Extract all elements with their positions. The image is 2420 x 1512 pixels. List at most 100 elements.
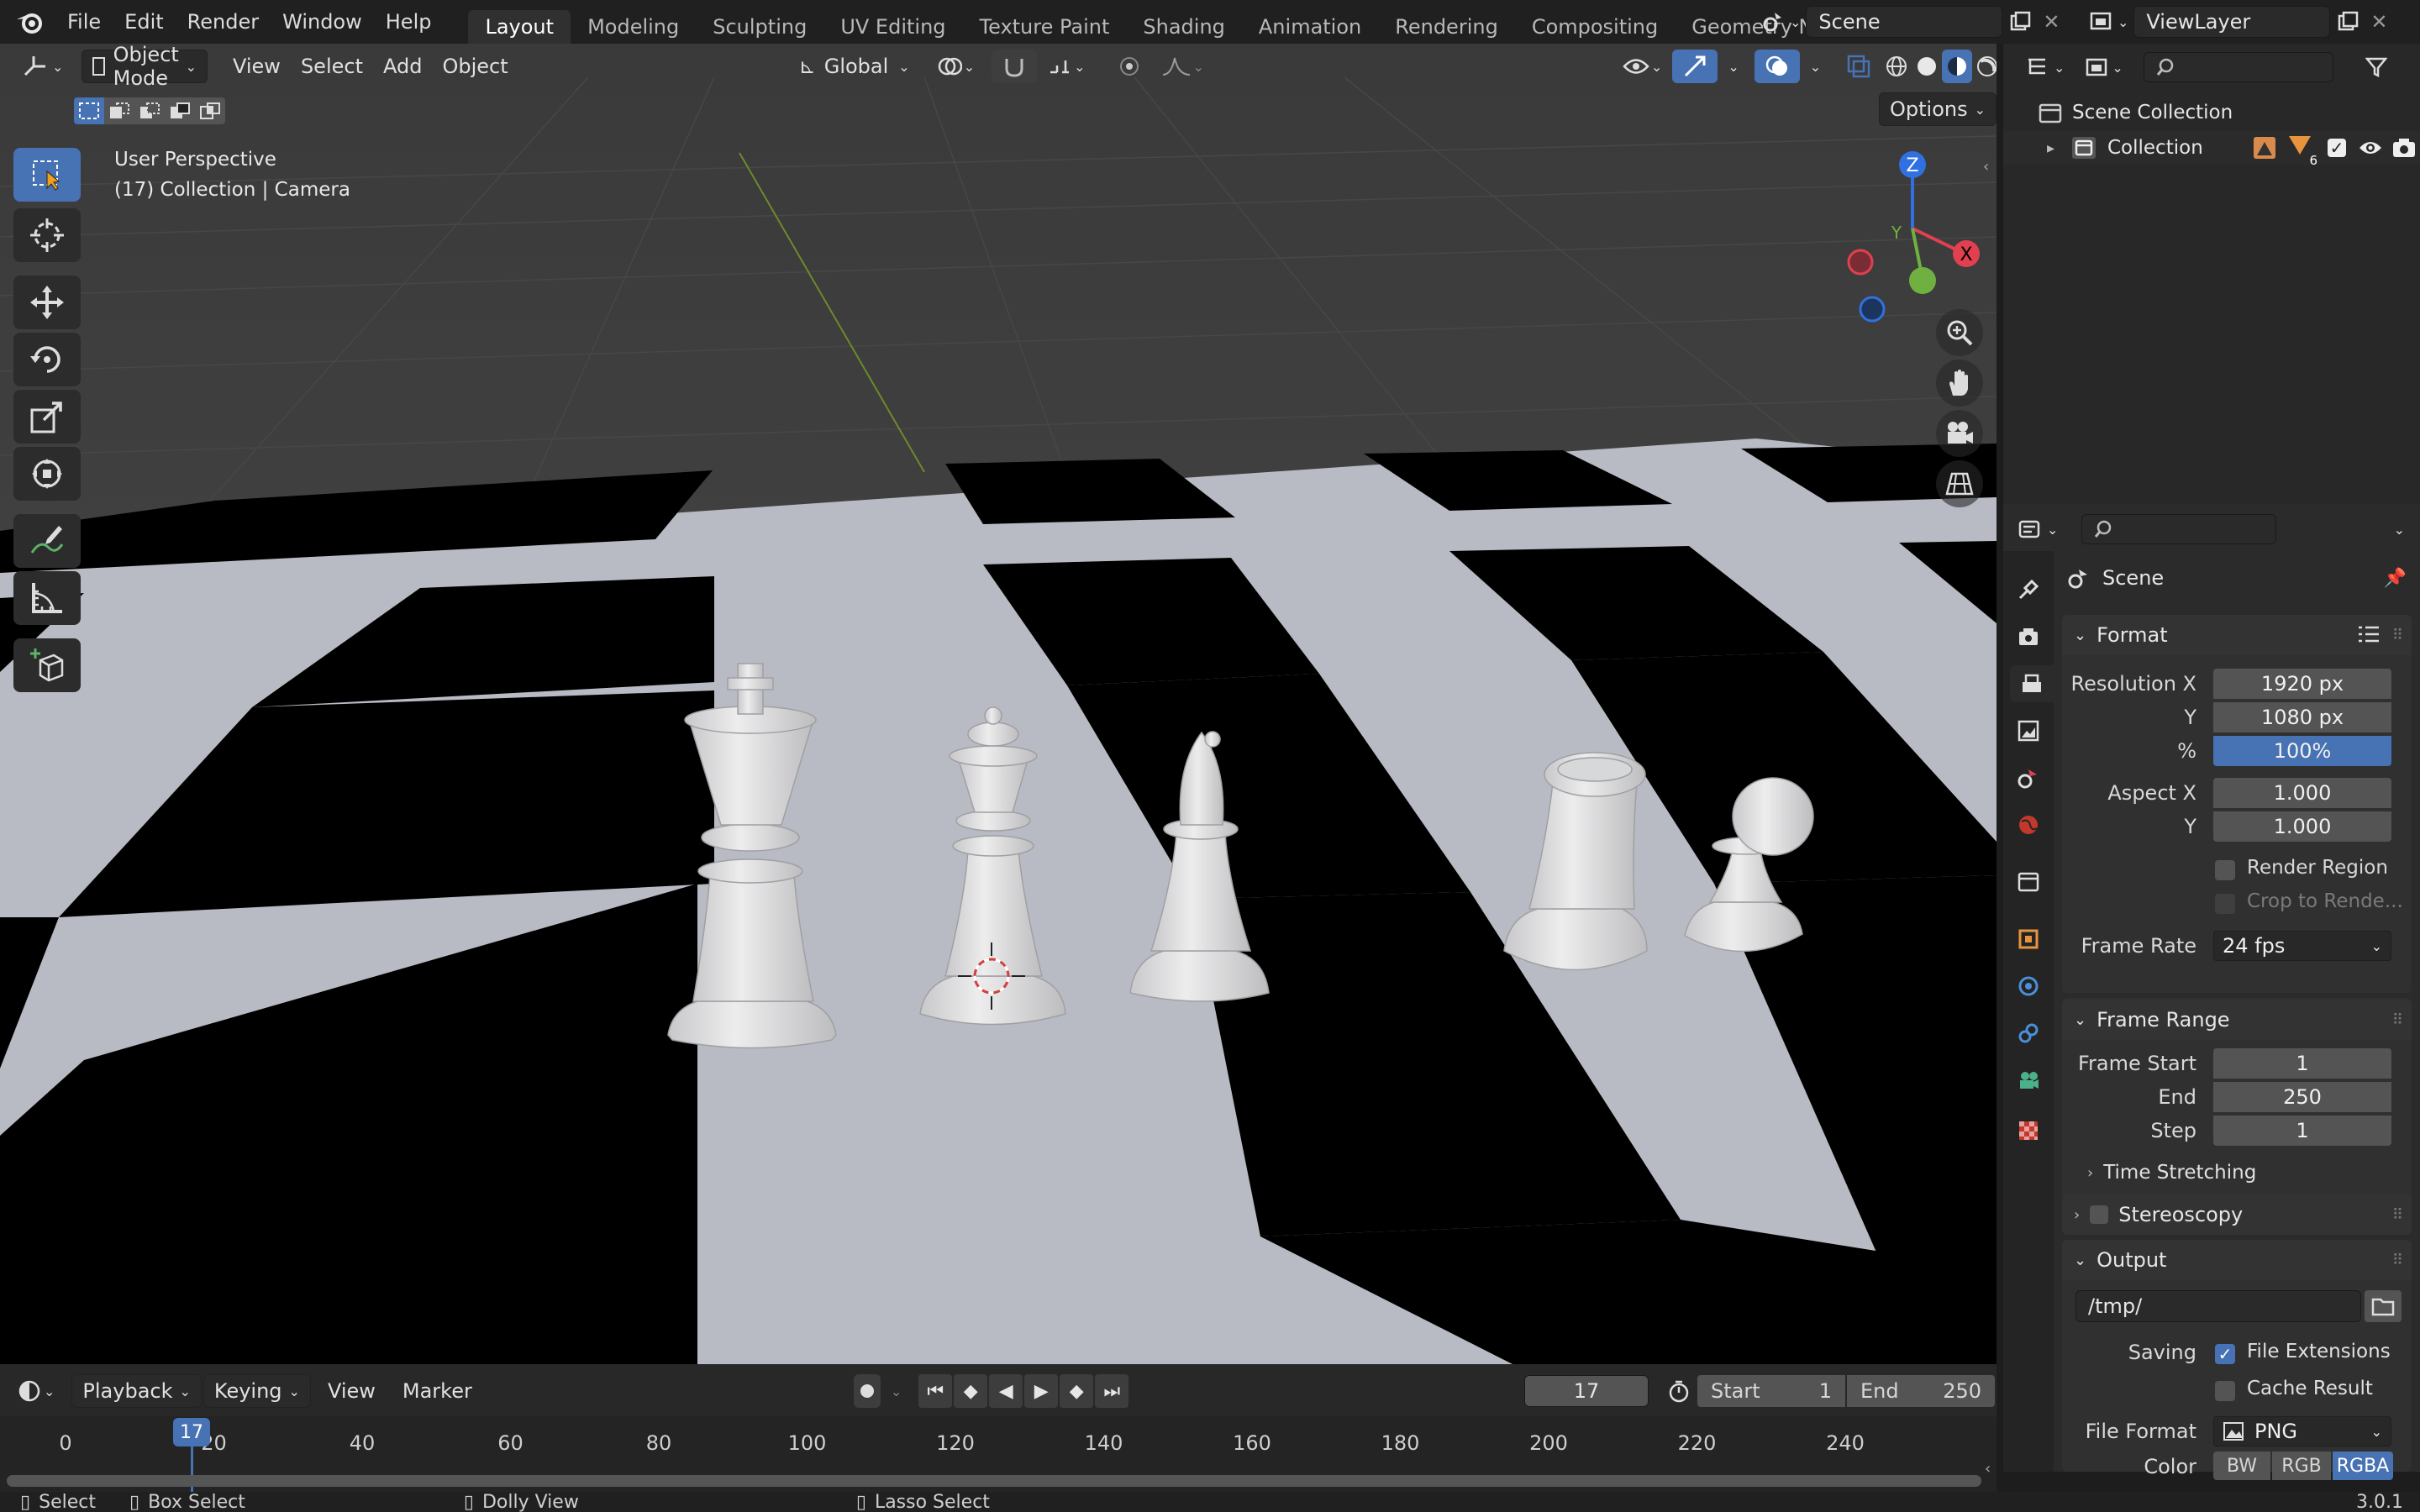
marker-menu[interactable]: Marker [392,1374,482,1408]
tab-collection-icon[interactable] [2010,864,2047,900]
select-intersect-icon[interactable] [195,97,225,124]
drag-handle-icon[interactable]: ⠿ [2392,1206,2403,1224]
folder-browse-icon[interactable] [2365,1290,2402,1322]
scene-icon[interactable]: ⌄ [1756,5,1806,39]
select-subtract-icon[interactable] [134,97,165,124]
tab-render-icon[interactable] [2010,618,2047,655]
tool-rotate[interactable] [13,333,81,386]
pin-icon[interactable]: 📌 [2384,568,2407,589]
3d-viewport[interactable]: ⌄ Object Mode ⌄ View Select Add Object ⊾… [0,44,1996,1364]
blender-logo-icon[interactable] [0,0,55,44]
camera-view-icon[interactable] [1936,410,1983,457]
mesh-filter-icon[interactable]: 6 [2287,133,2317,168]
tab-tool-icon[interactable] [2010,571,2047,608]
tool-cursor[interactable] [13,208,81,262]
stereoscopy-checkbox[interactable] [2090,1205,2109,1224]
jump-start-icon[interactable]: ⏮ [918,1374,953,1408]
tool-move[interactable] [13,276,81,329]
navigation-gizmo[interactable]: Z X Y [1832,144,1983,329]
play-reverse-icon[interactable]: ◀ [989,1374,1023,1408]
tab-uv-editing[interactable]: UV Editing [823,10,962,44]
outliner-scene-collection[interactable]: Scene Collection [2039,97,2233,128]
cache-result-checkbox[interactable] [2215,1381,2235,1401]
stereoscopy-panel-header[interactable]: › Stereoscopy ⠿ [2062,1194,2412,1235]
gizmo-dropdown-icon[interactable]: ⌄ [1718,50,1749,83]
shading-rendered-icon[interactable] [1972,50,1996,83]
outliner-search-input[interactable] [2143,52,2333,82]
view-layer-icon[interactable]: ⌄ [2084,5,2133,39]
select-difference-icon[interactable] [165,97,195,124]
proportional-edit-icon[interactable] [1107,50,1151,83]
timeline-sidebar-toggle-icon[interactable]: ‹ [1985,1460,1991,1478]
output-path-input[interactable]: /tmp/ [2075,1290,2361,1322]
snap-target-icon[interactable]: ⌄ [1037,50,1095,83]
frame-end-field[interactable]: 250 [2213,1082,2391,1112]
tab-layout[interactable]: Layout [468,10,571,44]
tab-animation[interactable]: Animation [1242,10,1378,44]
color-bw-button[interactable]: BW [2213,1452,2270,1480]
color-rgb-button[interactable]: RGB [2272,1452,2331,1480]
tool-scale[interactable] [13,390,81,444]
aspect-x-field[interactable]: 1.000 [2213,778,2391,808]
tool-annotate[interactable] [13,514,81,568]
frame-rate-dropdown[interactable]: 24 fps ⌄ [2213,931,2391,961]
zoom-icon[interactable] [1936,309,1983,356]
object-mode-dropdown[interactable]: Object Mode ⌄ [82,44,208,90]
menu-object[interactable]: Object [432,50,518,83]
tab-world-icon[interactable] [2010,806,2047,843]
tab-physics-icon[interactable] [2010,968,2047,1005]
tab-modeling[interactable]: Modeling [571,10,696,44]
tab-shading[interactable]: Shading [1126,10,1242,44]
keying-menu[interactable]: Keying ⌄ [203,1374,311,1408]
color-rgba-button[interactable]: RGBA [2333,1452,2393,1480]
properties-editor-type-icon[interactable]: ⌄ [2015,512,2061,546]
frame-range-panel-header[interactable]: ⌄ Frame Range ⠿ [2062,1000,2412,1040]
frame-start-field[interactable]: 1 [2213,1048,2391,1079]
tab-object-icon[interactable] [2010,921,2047,958]
drag-handle-icon[interactable]: ⠿ [2392,627,2403,644]
menu-add[interactable]: Add [373,50,432,83]
file-format-dropdown[interactable]: PNG ⌄ [2213,1416,2391,1446]
shading-material-icon[interactable] [1942,50,1973,83]
select-new-icon[interactable] [74,97,104,124]
start-frame-field[interactable]: Start 1 [1697,1375,1845,1407]
tab-output-icon[interactable] [2010,665,2054,702]
sidebar-toggle-icon[interactable]: ‹ [1983,158,1989,176]
menu-view[interactable]: View [223,50,291,83]
auto-keying-icon[interactable] [853,1374,881,1408]
tool-measure[interactable] [13,571,81,625]
output-panel-header[interactable]: ⌄ Output ⠿ [2062,1240,2412,1280]
filter-icon[interactable] [2362,50,2391,84]
playhead-marker[interactable]: 17 [173,1418,210,1446]
menu-file[interactable]: File [55,0,113,44]
exclude-checkbox[interactable]: ✓ [2328,138,2346,158]
jump-end-icon[interactable]: ⏭ [1095,1374,1129,1408]
menu-edit[interactable]: Edit [113,0,175,44]
perspective-grid-icon[interactable] [1936,460,1983,507]
crop-checkbox[interactable] [2215,894,2235,914]
options-dropdown[interactable]: Options ⌄ [1879,92,1996,126]
drag-handle-icon[interactable]: ⠿ [2392,1252,2403,1269]
current-frame-field[interactable]: 17 [1524,1375,1649,1407]
menu-window[interactable]: Window [271,0,374,44]
format-panel-header[interactable]: ⌄ Format ⠿ [2062,615,2412,655]
new-scene-icon[interactable] [2002,5,2038,39]
gizmo-toggle-icon[interactable] [1672,50,1718,83]
new-view-layer-icon[interactable] [2330,5,2365,39]
resolution-percentage-slider[interactable]: 100% [2213,736,2391,766]
keying-set-dropdown-icon[interactable]: ⌄ [881,1374,912,1408]
tab-rendering[interactable]: Rendering [1378,10,1515,44]
menu-help[interactable]: Help [374,0,444,44]
drag-handle-icon[interactable]: ⠿ [2392,1011,2403,1029]
select-extend-icon[interactable] [104,97,134,124]
tool-add-cube[interactable] [13,638,81,692]
properties-options-icon[interactable]: ⌄ [2384,512,2415,546]
view-layer-name-field[interactable]: ViewLayer [2133,6,2331,38]
tab-object-data-icon[interactable] [2010,1062,2047,1099]
shading-solid-icon[interactable] [1912,50,1942,83]
tab-view-layer-icon[interactable] [2010,712,2047,749]
frame-step-field[interactable]: 1 [2213,1116,2391,1146]
editor-type-icon[interactable]: ⌄ [12,50,73,83]
aspect-y-field[interactable]: 1.000 [2213,811,2391,842]
timeline-editor-type-icon[interactable]: ⌄ [12,1374,60,1408]
